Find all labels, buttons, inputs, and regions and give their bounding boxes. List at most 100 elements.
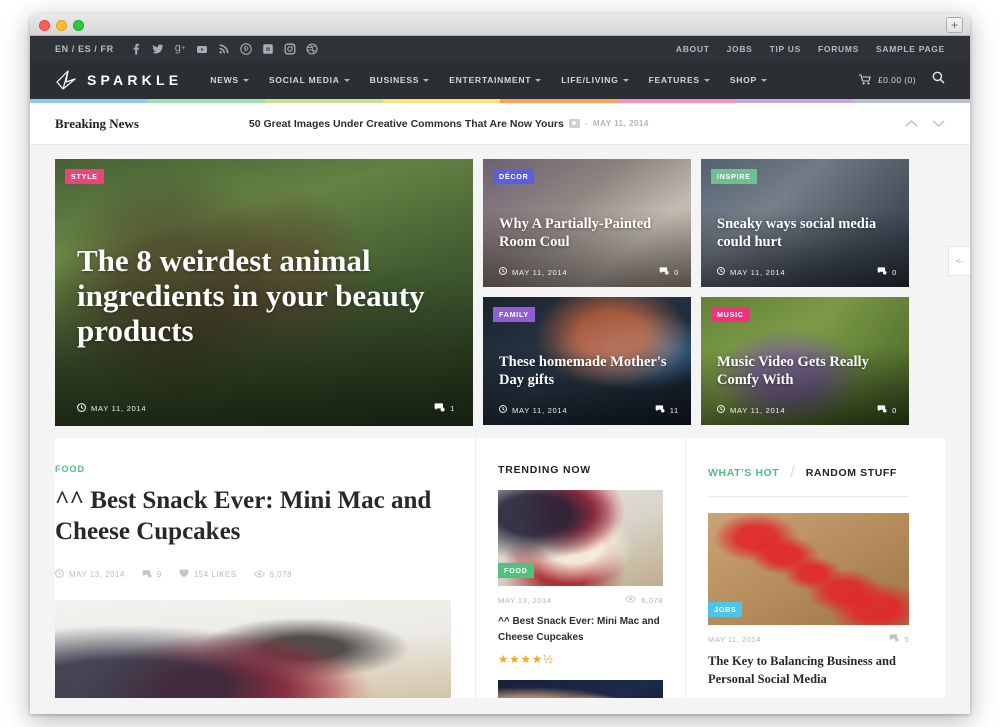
menu-item-features[interactable]: FEATURES xyxy=(649,75,710,85)
chevron-up-icon[interactable] xyxy=(905,115,918,133)
cart-button[interactable]: £0.00 (0) xyxy=(859,73,916,87)
social-links[interactable]: g + xyxy=(130,42,319,55)
hero-post-title[interactable]: The 8 weirdest animal ingredients in you… xyxy=(77,243,455,348)
clock-icon xyxy=(717,405,725,415)
breaking-news-item[interactable]: 50 Great Images Under Creative Commons T… xyxy=(249,118,649,130)
menu-item-life-living[interactable]: LIFE/LIVING xyxy=(561,75,629,85)
facebook-icon[interactable] xyxy=(130,42,143,55)
chevron-down-icon xyxy=(622,78,629,82)
trending-item[interactable]: FOOD MAY 13, 2014 6,078 ^^ Best Snack Ev… xyxy=(498,490,663,666)
search-button[interactable] xyxy=(932,71,945,89)
post-title[interactable]: ^^ Best Snack Ever: Mini Mac and Cheese … xyxy=(55,486,451,547)
sidebar-tabs[interactable]: WHAT'S HOT / RANDOM STUFF xyxy=(708,464,909,482)
post-featured-image[interactable] xyxy=(55,600,451,714)
feature-card-badge[interactable]: FAMILY xyxy=(493,307,535,322)
menu-item-news[interactable]: NEWS xyxy=(210,75,249,85)
topbar-link-sample-page[interactable]: SAMPLE PAGE xyxy=(876,44,945,54)
site-main-nav: SPARKLE NEWS SOCIAL MEDIA BUSINESS ENTER… xyxy=(30,61,970,99)
topbar-link-forums[interactable]: FORUMS xyxy=(818,44,859,54)
rss-icon[interactable] xyxy=(218,42,231,55)
feature-card-title[interactable]: Music Video Gets Really Comfy With xyxy=(717,354,899,389)
post-comments-group[interactable]: 9 xyxy=(142,569,162,580)
sidebar-item-title[interactable]: The Key to Balancing Business and Person… xyxy=(708,652,909,688)
feature-card-title[interactable]: These homemade Mother's Day gifts xyxy=(499,354,681,389)
feature-card-badge[interactable]: MUSIC xyxy=(711,307,750,322)
color-strip-segment-6 xyxy=(617,99,735,103)
color-strip-segment-5 xyxy=(500,99,618,103)
site-logo[interactable]: SPARKLE xyxy=(55,70,182,90)
youtube-icon[interactable] xyxy=(196,42,209,55)
tab-whats-hot[interactable]: WHAT'S HOT xyxy=(708,467,779,479)
feature-card-music[interactable]: MUSIC Music Video Gets Really Comfy With… xyxy=(701,297,909,425)
trending-item-title[interactable]: ^^ Best Snack Ever: Mini Mac and Cheese … xyxy=(498,614,663,645)
post-likes-group[interactable]: 154 LIKES xyxy=(179,569,237,580)
breaking-news-date: MAY 11, 2014 xyxy=(592,119,649,128)
feature-card-comment-count: 0 xyxy=(892,405,897,415)
breaking-news-label: Breaking News xyxy=(55,115,139,131)
clock-icon xyxy=(499,267,507,277)
feature-card-decor[interactable]: DÉCOR Why A Partially-Painted Room Coul … xyxy=(483,159,691,287)
post-meta: MAY 13, 2014 9 154 LIKES 6,078 xyxy=(55,569,451,580)
tab-random-stuff[interactable]: RANDOM STUFF xyxy=(806,467,897,479)
feature-card-title[interactable]: Sneaky ways social media could hurt xyxy=(717,216,899,251)
feature-card-title[interactable]: Why A Partially-Painted Room Coul xyxy=(499,216,681,251)
post-date: MAY 13, 2014 xyxy=(69,570,125,579)
chevron-down-icon xyxy=(343,78,350,82)
menu-item-social-media[interactable]: SOCIAL MEDIA xyxy=(269,75,350,85)
sidebar-item-thumbnail[interactable]: JOBS xyxy=(708,513,909,625)
menu-item-entertainment[interactable]: ENTERTAINMENT xyxy=(449,75,542,85)
feature-card-date: MAY 11, 2014 xyxy=(512,405,568,415)
sidebar-item-badge[interactable]: JOBS xyxy=(708,602,743,617)
feature-card-badge[interactable]: INSPIRE xyxy=(711,169,757,184)
sidebar-item-comment-count: 5 xyxy=(904,634,909,644)
page-viewport: EN / ES / FR g + ABOUT JOBS TIP US FORUMS… xyxy=(30,36,970,714)
instagram-icon[interactable] xyxy=(284,42,297,55)
topbar-link-jobs[interactable]: JOBS xyxy=(727,44,753,54)
page-bottom-fade xyxy=(30,698,970,714)
primary-menu[interactable]: NEWS SOCIAL MEDIA BUSINESS ENTERTAINMENT… xyxy=(210,75,767,85)
breaking-news-nav[interactable] xyxy=(905,115,945,133)
hero-post-badge[interactable]: STYLE xyxy=(65,169,104,184)
chevron-down-icon xyxy=(423,78,430,82)
vimeo-icon[interactable] xyxy=(262,42,275,55)
feature-card-inspire[interactable]: INSPIRE Sneaky ways social media could h… xyxy=(701,159,909,287)
menu-item-business[interactable]: BUSINESS xyxy=(370,75,430,85)
chevron-down-icon xyxy=(760,78,767,82)
breaking-news-bar: Breaking News 50 Great Images Under Crea… xyxy=(30,103,970,145)
topbar-link-tip-us[interactable]: TIP US xyxy=(770,44,801,54)
new-tab-button[interactable]: + xyxy=(946,17,963,33)
post-comment-count: 9 xyxy=(156,570,162,579)
comment-icon xyxy=(659,267,669,277)
feature-card-comment-count: 0 xyxy=(892,267,897,277)
sidebar-divider xyxy=(708,496,909,497)
sidebar-item[interactable]: JOBS MAY 11, 2014 5 The Key to Balancing… xyxy=(708,513,909,688)
post-view-count: 6,078 xyxy=(269,570,293,579)
pinterest-icon[interactable] xyxy=(240,42,253,55)
chevron-down-icon[interactable] xyxy=(932,115,945,133)
language-switcher[interactable]: EN / ES / FR xyxy=(55,44,114,54)
side-panel-toggle[interactable]: <- xyxy=(948,246,970,276)
window-controls[interactable] xyxy=(39,20,84,31)
category-color-strip xyxy=(30,99,970,103)
maximize-window-button[interactable] xyxy=(73,20,84,31)
post-category-label[interactable]: FOOD xyxy=(55,464,451,474)
google-plus-icon[interactable]: g + xyxy=(174,42,187,55)
trending-item-badge[interactable]: FOOD xyxy=(498,563,534,578)
clock-icon xyxy=(77,403,86,414)
feature-card-badge[interactable]: DÉCOR xyxy=(493,169,535,184)
breaking-news-headline[interactable]: 50 Great Images Under Creative Commons T… xyxy=(249,118,564,130)
twitter-icon[interactable] xyxy=(152,42,165,55)
trending-thumbnail[interactable]: FOOD xyxy=(498,490,663,586)
feature-card-family[interactable]: FAMILY These homemade Mother's Day gifts… xyxy=(483,297,691,425)
topbar-link-about[interactable]: ABOUT xyxy=(676,44,710,54)
close-window-button[interactable] xyxy=(39,20,50,31)
minimize-window-button[interactable] xyxy=(56,20,67,31)
post-like-count: 154 LIKES xyxy=(193,570,237,579)
hero-post-wrapper: STYLE The 8 weirdest animal ingredients … xyxy=(55,159,473,426)
topbar-links[interactable]: ABOUT JOBS TIP US FORUMS SAMPLE PAGE xyxy=(676,44,945,54)
site-topbar: EN / ES / FR g + ABOUT JOBS TIP US FORUMS… xyxy=(30,36,970,61)
dribbble-icon[interactable] xyxy=(306,42,319,55)
feature-card-date-group: MAY 11, 2014 xyxy=(717,405,785,415)
menu-item-shop[interactable]: SHOP xyxy=(730,75,767,85)
hero-post-card[interactable]: STYLE The 8 weirdest animal ingredients … xyxy=(55,159,473,426)
